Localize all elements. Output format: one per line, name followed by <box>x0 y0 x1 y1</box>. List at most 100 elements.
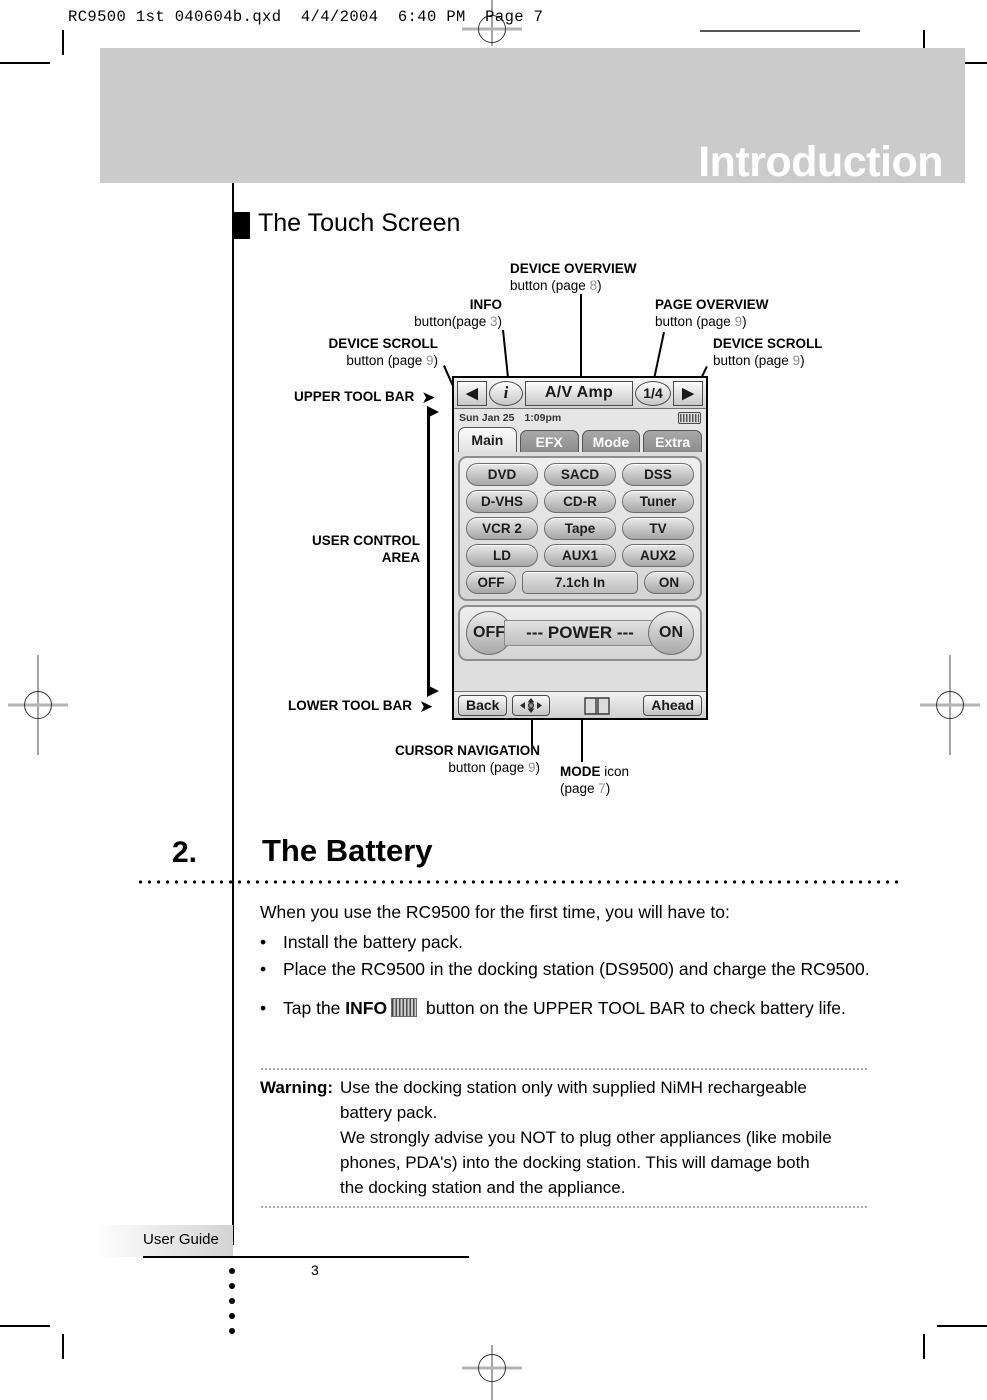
annotation-device-scroll-left-page: 9 <box>425 352 434 368</box>
annotation-info-pre: button(page <box>414 313 490 329</box>
warning-line: the docking station and the appliance. <box>340 1178 626 1197</box>
power-on-button[interactable]: ON <box>648 611 694 655</box>
annotation-mode-icon-suffix: icon <box>600 764 630 779</box>
device-button-tv[interactable]: TV <box>622 517 694 540</box>
warning-line: We strongly advise you NOT to plug other… <box>340 1128 832 1147</box>
power-panel: OFF --- POWER --- ON <box>458 605 702 661</box>
crop-mark-top-left-h <box>0 62 50 64</box>
chapter-title-band: Introduction <box>100 48 965 186</box>
table-row: LD AUX1 AUX2 <box>466 544 694 567</box>
section-number: 2. <box>172 836 198 869</box>
page-overview-button[interactable]: 1/4 <box>635 380 671 406</box>
annotation-device-scroll-right-post: ) <box>800 352 805 368</box>
upper-tool-bar: ◀ i A/V Amp 1/4 ▶ <box>454 378 706 409</box>
footer-dot <box>229 1298 235 1304</box>
annotation-cursor-navigation-page: 9 <box>527 759 536 775</box>
annotation-device-scroll-right-name: DEVICE SCROLL <box>713 336 823 351</box>
battery-icon <box>678 411 701 424</box>
device-button-vcr2[interactable]: VCR 2 <box>466 517 538 540</box>
leader-mode-icon <box>581 718 583 762</box>
annotation-device-scroll-left-post: ) <box>433 352 439 368</box>
device-button-dvd[interactable]: DVD <box>466 463 538 486</box>
annotation-info-post: ) <box>497 313 503 329</box>
device-overview-button[interactable]: A/V Amp <box>525 380 633 406</box>
device-scroll-left-button[interactable]: ◀ <box>457 380 487 406</box>
annotation-page-overview-pre: button (page <box>655 313 735 329</box>
battery-steps-list: • Install the battery pack. • Place the … <box>260 930 880 1023</box>
annotation-device-overview-page: 8 <box>589 277 598 293</box>
annotation-info: INFO button(page 3) <box>330 297 502 330</box>
cursor-navigation-button[interactable] <box>512 694 551 716</box>
annotation-device-overview: DEVICE OVERVIEW button (page 8) <box>510 261 637 294</box>
leader-page-overview <box>652 332 665 382</box>
annotation-device-overview-pre: button (page <box>510 277 590 293</box>
leader-info <box>502 329 510 382</box>
warning-line: battery pack. <box>340 1103 438 1122</box>
annotation-device-overview-name: DEVICE OVERVIEW <box>510 261 637 276</box>
leader-cursor-navigation <box>531 718 533 746</box>
list-item: • Install the battery pack. <box>260 930 880 955</box>
user-control-area-bracket <box>427 413 430 691</box>
footer-rule <box>143 1256 469 1258</box>
annotation-cursor-navigation: CURSOR NAVIGATION button (page 9) <box>355 743 540 776</box>
channel-on-button[interactable]: ON <box>644 571 694 594</box>
list-item-text: Install the battery pack. <box>283 932 463 952</box>
annotation-mode-icon-page: 7 <box>598 780 606 796</box>
device-button-dvhs[interactable]: D-VHS <box>466 490 538 513</box>
bracket-arrow-bottom <box>427 685 439 697</box>
status-time: 1:09pm <box>524 411 562 424</box>
device-button-sacd[interactable]: SACD <box>544 463 616 486</box>
back-button[interactable]: Back <box>458 694 508 716</box>
annotation-mode-icon-post: ) <box>605 780 611 796</box>
status-date: Sun Jan 25 <box>459 411 515 424</box>
device-button-aux1[interactable]: AUX1 <box>544 544 616 567</box>
device-button-dss[interactable]: DSS <box>622 463 694 486</box>
crop-mark-bottom-right-v <box>923 1334 925 1359</box>
list-item-text: Tap the INFO button on the UPPER TOOL BA… <box>283 996 846 1021</box>
device-scroll-right-button[interactable]: ▶ <box>673 380 703 406</box>
device-button-aux2[interactable]: AUX2 <box>622 544 694 567</box>
touch-screen-figure: ◀ i A/V Amp 1/4 ▶ Sun Jan 25 1:09pm Main… <box>452 376 708 720</box>
tab-mode[interactable]: Mode <box>581 430 641 452</box>
device-button-tape[interactable]: Tape <box>544 517 616 540</box>
warning-text: Use the docking station only with suppli… <box>340 1075 868 1200</box>
page-title: The Touch Screen <box>258 209 461 237</box>
warning-label: Warning: <box>260 1078 334 1097</box>
device-button-tuner[interactable]: Tuner <box>622 490 694 513</box>
footer-dots <box>229 1268 235 1343</box>
ahead-button[interactable]: Ahead <box>643 694 703 716</box>
annotation-device-scroll-right: DEVICE SCROLL button (page 9) <box>713 336 823 369</box>
lower-tool-bar: Back Ahead <box>454 691 706 718</box>
device-button-ld[interactable]: LD <box>466 544 538 567</box>
info-button[interactable]: i <box>489 380 523 406</box>
list-item: • Place the RC9500 in the docking statio… <box>260 957 880 982</box>
section-intro-text: When you use the RC9500 for the first ti… <box>260 902 730 922</box>
annotation-upper-tool-bar-name: UPPER TOOL BAR <box>294 389 415 405</box>
mode-book-icon[interactable] <box>584 696 610 715</box>
tab-main[interactable]: Main <box>458 427 517 452</box>
registration-mark-right <box>920 655 980 755</box>
channel-off-button[interactable]: OFF <box>466 571 516 594</box>
annotation-info-name: INFO <box>469 297 502 312</box>
annotation-page-overview-post: ) <box>742 313 747 329</box>
device-button-cdr[interactable]: CD-R <box>544 490 616 513</box>
annotation-device-scroll-left-name: DEVICE SCROLL <box>328 336 438 351</box>
annotation-page-overview-name: PAGE OVERVIEW <box>655 297 769 312</box>
list-item-pre: Tap the <box>283 998 346 1018</box>
registration-mark-left <box>8 655 68 755</box>
crop-mark-bottom-left-h <box>0 1325 50 1327</box>
annotation-device-scroll-right-page: 9 <box>792 352 801 368</box>
section-bullet-square <box>233 212 250 239</box>
tab-extra[interactable]: Extra <box>643 430 702 452</box>
tab-efx[interactable]: EFX <box>519 430 579 452</box>
bullet-icon: • <box>260 998 267 1018</box>
annotation-mode-icon-name: MODE <box>560 764 601 779</box>
bullet-icon: • <box>260 959 267 979</box>
table-row: DVD SACD DSS <box>466 463 694 486</box>
warning-line: Use the docking station only with suppli… <box>340 1078 807 1097</box>
annotation-device-scroll-left: DEVICE SCROLL button (page 9) <box>290 336 438 369</box>
cursor-navigation-icon <box>520 697 543 713</box>
leader-device-overview <box>580 294 582 378</box>
table-row: D-VHS CD-R Tuner <box>466 490 694 513</box>
footer-dot <box>229 1283 235 1289</box>
